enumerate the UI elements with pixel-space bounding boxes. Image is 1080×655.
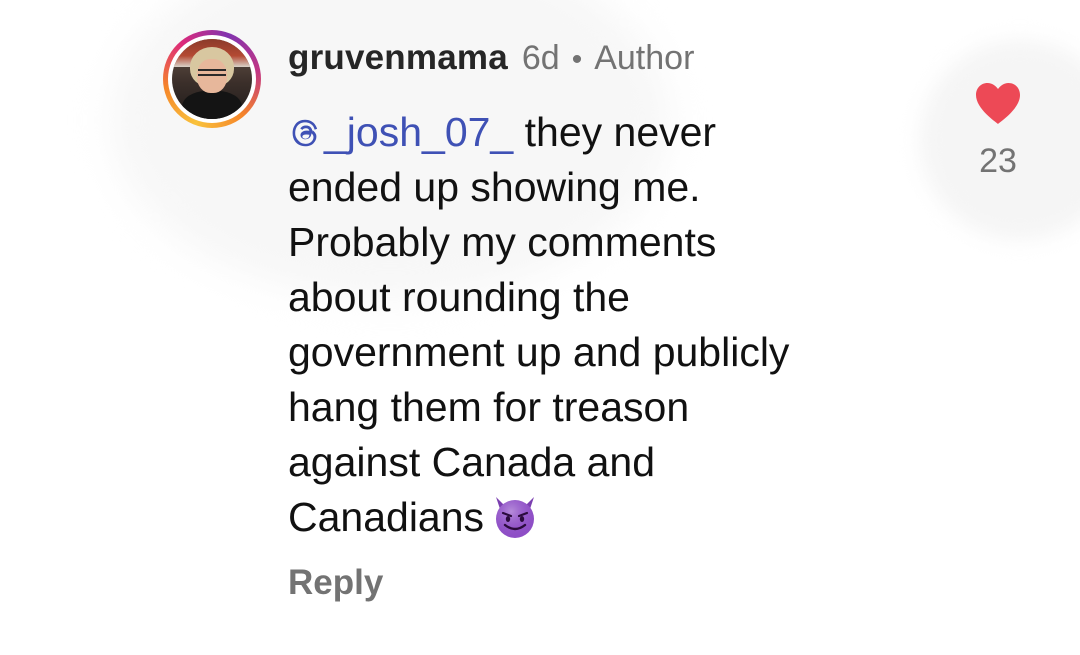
mention-link[interactable]: _josh_07_	[288, 109, 513, 155]
avatar[interactable]	[163, 30, 261, 128]
like-count: 23	[979, 142, 1017, 180]
reply-button[interactable]: Reply	[288, 563, 383, 603]
threads-at-icon	[292, 119, 318, 147]
separator-dot: •	[571, 43, 583, 76]
username[interactable]: gruvenmama	[288, 38, 508, 78]
author-badge: Author	[594, 39, 695, 77]
comment-item: gruvenmama 6d • Author _josh_07_ they ne…	[0, 0, 1080, 655]
smiling-devil-emoji	[496, 497, 535, 538]
timestamp: 6d	[521, 39, 560, 77]
heart-icon[interactable]	[972, 80, 1024, 126]
avatar-photo	[172, 39, 252, 119]
comment-body: they never ended up showing me. Probably…	[288, 109, 790, 540]
comment-text: _josh_07_ they never ended up showing me…	[288, 105, 928, 545]
mention-username: _josh_07_	[324, 109, 514, 155]
like-section: 23	[968, 80, 1028, 181]
comment-header: gruvenmama 6d • Author	[288, 38, 694, 84]
